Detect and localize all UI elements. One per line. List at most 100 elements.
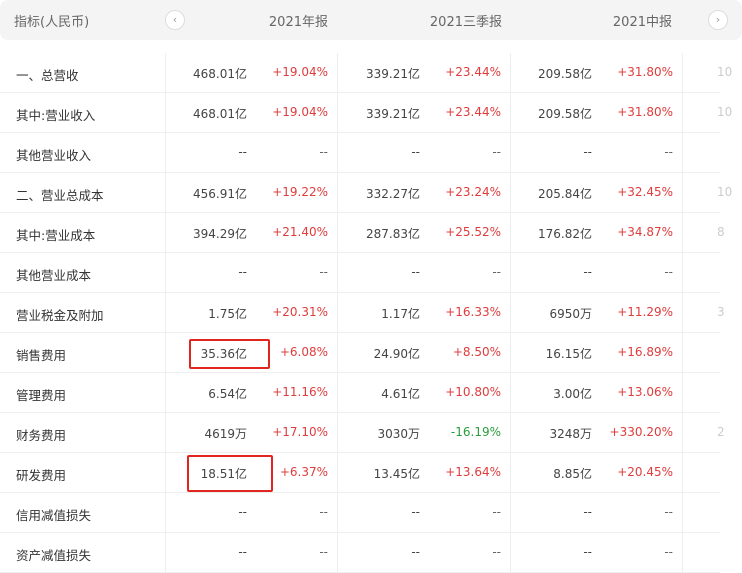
change-cell: +11.29% xyxy=(617,305,673,319)
financial-table: 一、总营收 468.01亿 +19.04% 339.21亿 +23.44% 209.58亿… xyxy=(0,53,732,573)
row-label: 研发费用 xyxy=(16,468,67,483)
value-cell: -- xyxy=(583,505,592,519)
value-cell: -- xyxy=(411,265,420,279)
change-cell: +19.22% xyxy=(272,185,328,199)
change-cell: -- xyxy=(319,145,328,159)
highlight-box xyxy=(189,339,270,369)
change-cell: +32.45% xyxy=(617,185,673,199)
change-cell: +8.50% xyxy=(452,345,501,359)
table-row: 其他营业收入 -- -- -- -- -- -- xyxy=(0,133,720,173)
change-cell: +330.20% xyxy=(609,425,673,439)
table-row: 营业税金及附加 1.75亿 +20.31% 1.17亿 +16.33% 6950万 +11.… xyxy=(0,293,725,333)
table-row: 二、营业总成本 456.91亿 +19.22% 332.27亿 +23.24% 205.8… xyxy=(0,173,732,213)
value-cell: 3.00亿 xyxy=(553,387,592,401)
change-cell: +23.44% xyxy=(445,105,501,119)
value-cell: -- xyxy=(583,265,592,279)
change-cell: +20.45% xyxy=(617,465,673,479)
table-row: 研发费用 18.51亿 +6.37% 13.45亿 +13.64% 8.85亿 +20.45… xyxy=(0,453,720,493)
change-cell: +19.04% xyxy=(272,105,328,119)
row-label: 财务费用 xyxy=(16,428,67,443)
chevron-right-icon[interactable]: › xyxy=(708,10,728,30)
change-cell: -- xyxy=(492,145,501,159)
value-cell: -- xyxy=(583,545,592,559)
change-cell: +31.80% xyxy=(617,105,673,119)
partial-value-cell: 3 xyxy=(717,305,725,319)
indicator-header: 指标(人民币) xyxy=(14,15,90,30)
change-cell: -- xyxy=(319,545,328,559)
change-cell: +17.10% xyxy=(272,425,328,439)
change-cell: -16.19% xyxy=(450,425,501,439)
value-cell: 4.61亿 xyxy=(381,387,420,401)
highlight-box xyxy=(187,455,273,492)
row-label: 其他营业成本 xyxy=(16,268,92,283)
row-label: 信用减值损失 xyxy=(16,508,92,523)
change-cell: +21.40% xyxy=(272,225,328,239)
value-cell: 13.45亿 xyxy=(373,467,420,481)
period-header: 2021三季报 xyxy=(429,15,502,30)
value-cell: 456.91亿 xyxy=(193,187,247,201)
partial-value-cell: 8 xyxy=(717,225,725,239)
change-cell: +10.80% xyxy=(445,385,501,399)
row-label: 营业税金及附加 xyxy=(16,308,104,323)
change-cell: +20.31% xyxy=(272,305,328,319)
value-cell: 3248万 xyxy=(549,427,592,441)
table-row: 一、总营收 468.01亿 +19.04% 339.21亿 +23.44% 209.58亿… xyxy=(0,53,732,93)
row-label: 管理费用 xyxy=(16,388,67,403)
value-cell: 209.58亿 xyxy=(538,107,592,121)
partial-value-cell: 2 xyxy=(717,425,725,439)
change-cell: +31.80% xyxy=(617,65,673,79)
table-row: 其中:营业收入 468.01亿 +19.04% 339.21亿 +23.44% 209.5… xyxy=(0,93,732,133)
table-row: 其他营业成本 -- -- -- -- -- -- xyxy=(0,253,720,293)
value-cell: -- xyxy=(238,265,247,279)
change-cell: +23.44% xyxy=(445,65,501,79)
value-cell: -- xyxy=(238,145,247,159)
change-cell: -- xyxy=(319,505,328,519)
change-cell: -- xyxy=(664,265,673,279)
change-cell: -- xyxy=(492,545,501,559)
change-cell: +25.52% xyxy=(445,225,501,239)
change-cell: -- xyxy=(664,145,673,159)
value-cell: 16.15亿 xyxy=(545,347,592,361)
row-label: 其中:营业成本 xyxy=(16,228,96,243)
value-cell: 1.17亿 xyxy=(381,307,420,321)
change-cell: +16.89% xyxy=(617,345,673,359)
table-header: 指标(人民币) ‹ 2021年报 2021三季报 2021中报 › xyxy=(0,0,742,40)
change-cell: +16.33% xyxy=(445,305,501,319)
partial-value-cell: 10 xyxy=(717,65,733,79)
chevron-left-icon[interactable]: ‹ xyxy=(165,10,185,30)
value-cell: 6950万 xyxy=(549,307,592,321)
row-label: 其中:营业收入 xyxy=(16,108,96,123)
row-label: 一、总营收 xyxy=(16,68,79,83)
value-cell: 4619万 xyxy=(204,427,247,441)
value-cell: -- xyxy=(238,545,247,559)
value-cell: 468.01亿 xyxy=(193,107,247,121)
change-cell: -- xyxy=(492,505,501,519)
value-cell: 394.29亿 xyxy=(193,227,247,241)
partial-value-cell: 10 xyxy=(717,185,733,199)
change-cell: +34.87% xyxy=(617,225,673,239)
value-cell: 176.82亿 xyxy=(538,227,592,241)
table-row: 信用减值损失 -- -- -- -- -- -- xyxy=(0,493,720,533)
value-cell: 6.54亿 xyxy=(208,387,247,401)
table-row: 财务费用 4619万 +17.10% 3030万 -16.19% 3248万 +330.20… xyxy=(0,413,725,453)
value-cell: 468.01亿 xyxy=(193,67,247,81)
change-cell: -- xyxy=(319,265,328,279)
table-row: 销售费用 35.36亿 +6.08% 24.90亿 +8.50% 16.15亿 +16.89… xyxy=(0,333,720,373)
value-cell: 287.83亿 xyxy=(366,227,420,241)
value-cell: 8.85亿 xyxy=(553,467,592,481)
partial-value-cell: 10 xyxy=(717,105,733,119)
change-cell: +23.24% xyxy=(445,185,501,199)
value-cell: -- xyxy=(411,145,420,159)
change-cell: +13.06% xyxy=(617,385,673,399)
row-label: 二、营业总成本 xyxy=(16,188,104,203)
value-cell: -- xyxy=(411,505,420,519)
value-cell: -- xyxy=(238,505,247,519)
value-cell: -- xyxy=(411,545,420,559)
value-cell: -- xyxy=(583,145,592,159)
change-cell: +19.04% xyxy=(272,65,328,79)
value-cell: 332.27亿 xyxy=(366,187,420,201)
table-row: 其中:营业成本 394.29亿 +21.40% 287.83亿 +25.52% 176.8… xyxy=(0,213,725,253)
change-cell: +11.16% xyxy=(272,385,328,399)
change-cell: -- xyxy=(664,505,673,519)
change-cell: -- xyxy=(492,265,501,279)
